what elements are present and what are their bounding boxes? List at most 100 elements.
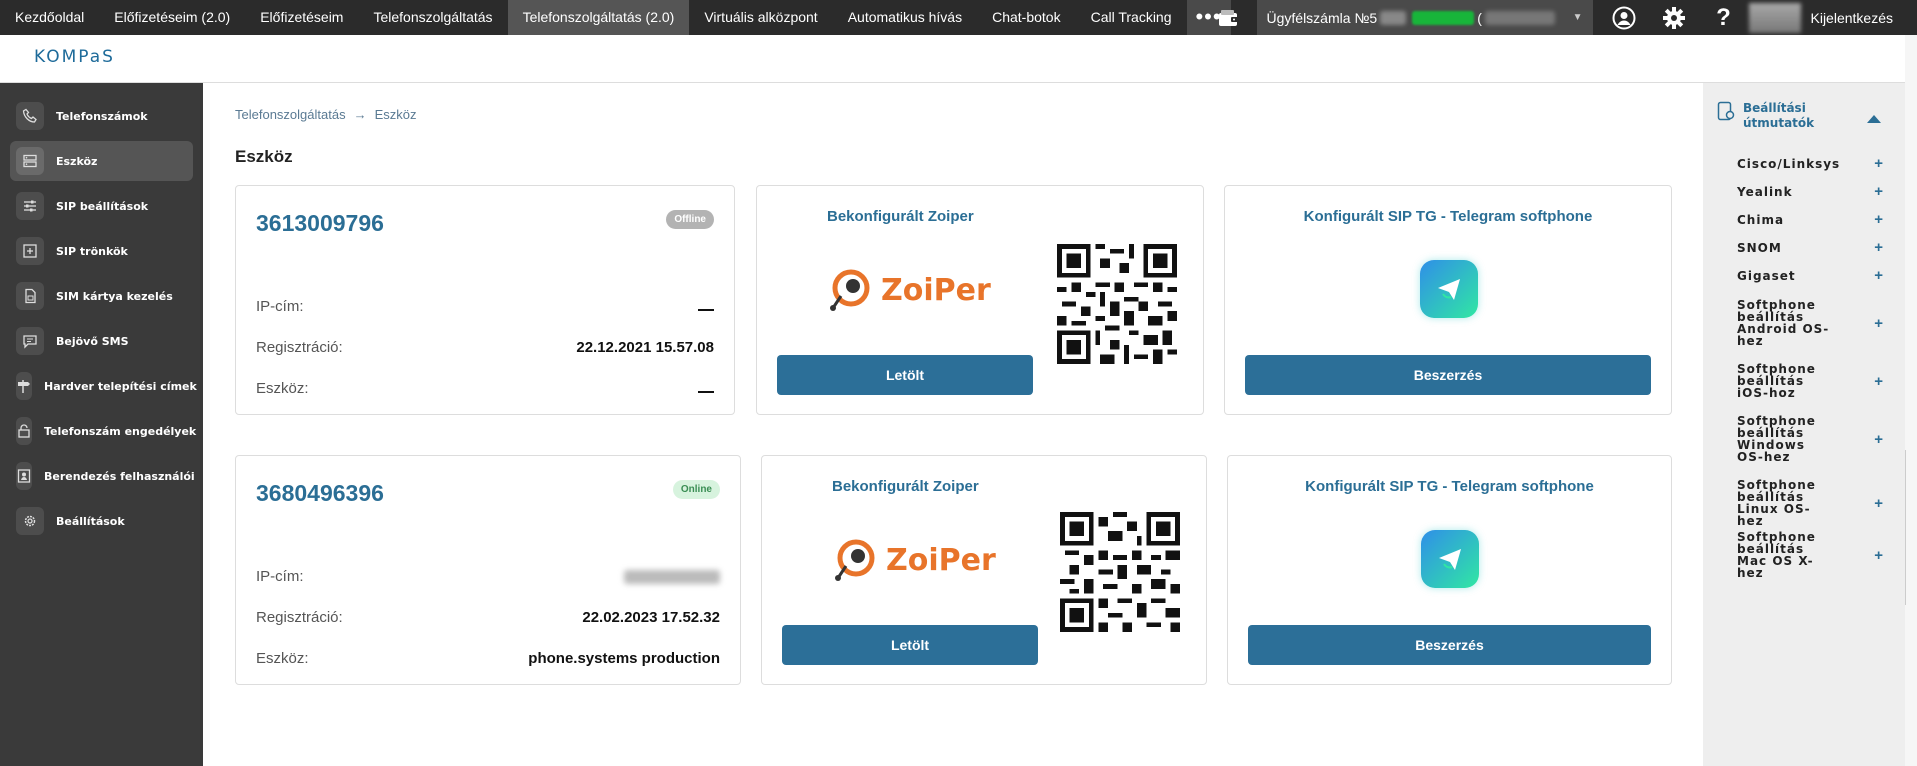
sidebar-item-berendezes-felhasznaloi[interactable]: Berendezés felhasználói bbox=[10, 456, 195, 496]
tab-kezdooldal[interactable]: Kezdőoldal bbox=[0, 0, 99, 35]
guide-item-label: Yealink bbox=[1737, 184, 1793, 199]
sms-icon bbox=[16, 327, 44, 355]
telegram-get-button[interactable]: Beszerzés bbox=[1245, 355, 1651, 395]
device-number: 3613009796 bbox=[256, 210, 384, 236]
breadcrumb-parent[interactable]: Telefonszolgáltatás bbox=[235, 107, 346, 122]
zoiper-logo: ZoiPer bbox=[832, 536, 996, 584]
sidebar-item-label: Telefonszámok bbox=[56, 109, 148, 123]
guide-item-yealink[interactable]: Yealink + bbox=[1737, 183, 1887, 200]
telegram-card-title: Konfigurált SIP TG - Telegram softphone bbox=[1305, 478, 1594, 495]
zoiper-card-title: Bekonfigurált Zoiper bbox=[832, 478, 979, 495]
guide-item-gigaset[interactable]: Gigaset + bbox=[1737, 267, 1887, 284]
tab-elofizeteseim-2[interactable]: Előfizetéseim (2.0) bbox=[99, 0, 245, 35]
help-icon[interactable]: ? bbox=[1699, 0, 1749, 35]
user-profile-icon[interactable] bbox=[1599, 0, 1649, 35]
guide-item-label: Chima bbox=[1737, 212, 1785, 227]
tab-elofizeteseim[interactable]: Előfizetéseim bbox=[245, 0, 358, 35]
gear-icon bbox=[16, 507, 44, 535]
sidebar-item-beallitasok[interactable]: Beállítások bbox=[10, 501, 193, 541]
breadcrumb-current: Eszköz bbox=[374, 107, 417, 122]
sliders-icon bbox=[16, 192, 44, 220]
sidebar-item-label: Hardver telepítési címek bbox=[44, 379, 197, 393]
tab-automatikus-hivas[interactable]: Automatikus hívás bbox=[833, 0, 977, 35]
plus-icon: + bbox=[1874, 155, 1883, 172]
account-number-blur bbox=[1380, 10, 1407, 25]
guide-item-cisco[interactable]: Cisco/Linksys + bbox=[1737, 155, 1887, 172]
page-title: Eszköz bbox=[235, 147, 293, 166]
zoiper-logo-text: ZoiPer bbox=[886, 542, 996, 578]
sidebar-item-sip-tronkok[interactable]: SIP trönkök bbox=[10, 231, 193, 271]
guide-item-label: Softphone beállítás Linux OS-hez bbox=[1737, 478, 1816, 528]
guide-item-linux[interactable]: Softphone beállítás Linux OS-hez + bbox=[1737, 479, 1887, 527]
plus-icon: + bbox=[1874, 267, 1883, 284]
sip-tg-app-icon bbox=[1420, 260, 1478, 318]
zoiper-download-button[interactable]: Letölt bbox=[782, 625, 1038, 665]
sidebar-item-eszkoz[interactable]: Eszköz bbox=[10, 141, 193, 181]
collapse-triangle-icon[interactable] bbox=[1867, 115, 1881, 123]
sidebar-item-sip-beallitasok[interactable]: SIP beállítások bbox=[10, 186, 193, 226]
sidebar-item-bejovo-sms[interactable]: Bejövő SMS bbox=[10, 321, 193, 361]
kompas-logo[interactable]: KOMPaS bbox=[34, 47, 115, 67]
top-right-controls: Ügyfélszámla №5 ( ▼ ? Kijelentkezés bbox=[1207, 0, 1917, 35]
ip-label: IP-cím: bbox=[256, 568, 304, 585]
ip-value bbox=[698, 298, 714, 315]
telegram-card-title: Konfigurált SIP TG - Telegram softphone bbox=[1303, 208, 1593, 225]
wallet-icon[interactable] bbox=[1207, 0, 1251, 35]
device-label: Eszköz: bbox=[256, 650, 309, 667]
guide-item-windows[interactable]: Softphone beállítás Windows OS-hez + bbox=[1737, 415, 1887, 463]
guide-item-android[interactable]: Softphone beállítás Android OS-hez + bbox=[1737, 299, 1887, 347]
telegram-get-button[interactable]: Beszerzés bbox=[1248, 625, 1651, 665]
logout-link[interactable]: Kijelentkezés bbox=[1801, 10, 1917, 26]
account-name-blur bbox=[1484, 10, 1555, 25]
guide-item-label: Gigaset bbox=[1737, 268, 1796, 283]
telegram-softphone-card: Konfigurált SIP TG - Telegram softphone … bbox=[1224, 185, 1672, 415]
zoiper-headset-icon bbox=[830, 269, 870, 311]
empty-dash bbox=[698, 309, 714, 311]
tab-telefonszolgaltatas[interactable]: Telefonszolgáltatás bbox=[358, 0, 507, 35]
guide-item-chima[interactable]: Chima + bbox=[1737, 211, 1887, 228]
guide-item-snom[interactable]: SNOM + bbox=[1737, 239, 1887, 256]
tab-virtualis-alkozpont[interactable]: Virtuális alközpont bbox=[689, 0, 832, 35]
breadcrumb-separator: → bbox=[353, 107, 367, 122]
guide-item-ios[interactable]: Softphone beállítás iOS-hoz + bbox=[1737, 363, 1887, 399]
sidebar-item-label: Eszköz bbox=[56, 154, 98, 168]
device-settings-icon bbox=[1717, 101, 1735, 121]
zoiper-download-button[interactable]: Letölt bbox=[777, 355, 1033, 395]
device-label: Eszköz: bbox=[256, 380, 309, 397]
breadcrumb: Telefonszolgáltatás → Eszköz bbox=[235, 107, 416, 122]
avatar[interactable] bbox=[1748, 0, 1801, 35]
main-content: Telefonszolgáltatás → Eszköz Eszköz 3613… bbox=[203, 83, 1703, 766]
zoiper-card: Bekonfigurált Zoiper ZoiPer Letölt bbox=[756, 185, 1204, 415]
sidebar-item-label: Telefonszám engedélyek bbox=[44, 424, 197, 438]
phone-icon bbox=[16, 102, 44, 130]
sidebar: Telefonszámok Eszköz SIP beállítások SIP… bbox=[0, 83, 203, 766]
gear-icon[interactable] bbox=[1649, 0, 1699, 35]
lock-icon bbox=[16, 417, 32, 445]
plus-icon: + bbox=[1874, 430, 1883, 448]
sidebar-item-telefonszam-engedelyek[interactable]: Telefonszám engedélyek bbox=[10, 411, 197, 451]
setup-guides-header[interactable]: Beállítási útmutatók bbox=[1717, 101, 1833, 131]
tab-telefonszolgaltatas-2[interactable]: Telefonszolgáltatás (2.0) bbox=[507, 0, 690, 35]
setup-guides-title: Beállítási útmutatók bbox=[1743, 101, 1815, 130]
sidebar-item-label: SIM kártya kezelés bbox=[56, 289, 173, 303]
telegram-softphone-card: Konfigurált SIP TG - Telegram softphone … bbox=[1227, 455, 1672, 685]
guide-item-macos[interactable]: Softphone beállítás Mac OS X-hez + bbox=[1737, 531, 1887, 579]
ip-label: IP-cím: bbox=[256, 298, 304, 315]
page-scrollbar[interactable] bbox=[1905, 35, 1917, 766]
plus-icon: + bbox=[1874, 494, 1883, 512]
plus-icon: + bbox=[1874, 546, 1883, 564]
sidebar-item-hardver-telepitesi-cimek[interactable]: Hardver telepítési címek bbox=[10, 366, 197, 406]
account-selector[interactable]: Ügyfélszámla №5 ( ▼ bbox=[1256, 0, 1593, 35]
registration-row: Regisztráció: 22.12.2021 15.57.08 bbox=[256, 339, 714, 356]
tab-chat-botok[interactable]: Chat-botok bbox=[977, 0, 1075, 35]
tab-call-tracking[interactable]: Call Tracking bbox=[1076, 0, 1187, 35]
plus-icon: + bbox=[1874, 372, 1883, 390]
device-card: 3680496396 Online IP-cím: Regisztráció: … bbox=[235, 455, 741, 685]
sidebar-item-sim-kartya[interactable]: SIM kártya kezelés bbox=[10, 276, 193, 316]
sidebar-item-telefonszamok[interactable]: Telefonszámok bbox=[10, 96, 193, 136]
user-card-icon bbox=[16, 462, 32, 490]
server-icon bbox=[16, 147, 44, 175]
registration-label: Regisztráció: bbox=[256, 339, 343, 356]
guide-item-label: Softphone beállítás Mac OS X-hez bbox=[1737, 530, 1816, 580]
guide-item-label: Cisco/Linksys bbox=[1737, 156, 1841, 171]
